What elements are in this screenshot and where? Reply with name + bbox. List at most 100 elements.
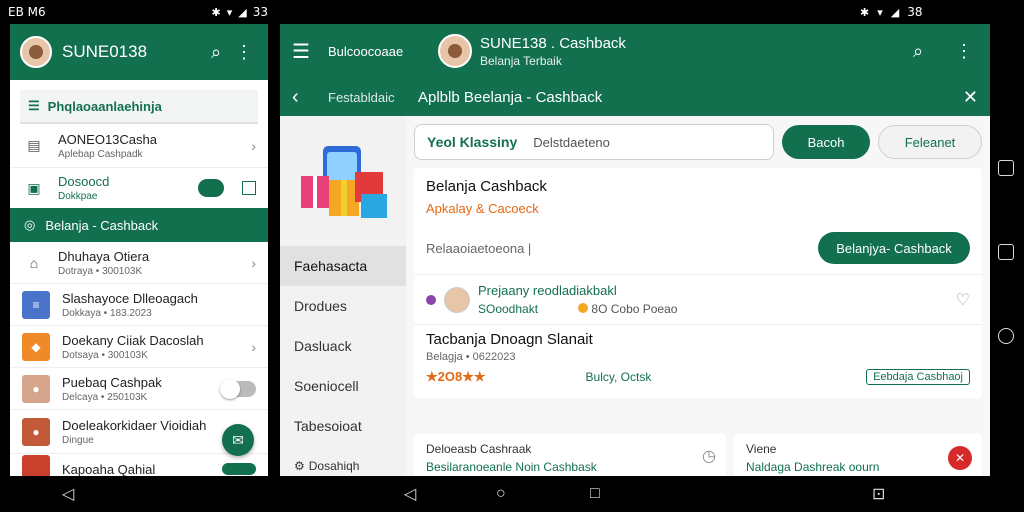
page-title: Aplblb Beelanja - Cashback [418,88,603,106]
list-item-title: Puebaq Cashpak [62,374,162,390]
feed-item[interactable]: Prejaany reodladiakbakl SOoodhakt 8O Cob… [414,275,982,324]
sidebar-item-1[interactable]: Faehasacta [280,246,406,286]
main-content: Yeol Klassiny Delstdaeteno Bacoh Feleane… [406,116,990,476]
person-thumbnail-icon: ● [22,417,50,446]
chat-fab-button[interactable]: ✉ [222,424,254,456]
page-toolbar: ‹ Festabldaic Aplblb Beelanja - Cashback… [280,78,990,116]
primary-button[interactable]: Bacoh [782,125,870,159]
tab-active[interactable]: Yeol Klassiny [427,134,517,150]
card-subtitle: Apkalay & Cacoeck [426,201,539,216]
search-input[interactable]: Relaaoiaetoeona | [426,241,818,256]
list-item-title: Doekany Ciiak Dacoslah [62,332,204,348]
search-icon[interactable]: ⌕ [202,38,230,66]
shopping-gift-icon [301,146,387,218]
calendar-icon: ▤ [27,137,41,153]
gift-illustration [280,116,406,246]
cashback-button[interactable]: Belanjya- Cashback [818,232,970,264]
back-arrow-icon[interactable]: ‹ [292,86,328,109]
back-icon[interactable]: ◁ [62,484,74,504]
right-app-header: ☰ Bulcoocoaae SUNE138 . Cashback Belanja… [280,24,990,78]
message-icon[interactable] [998,244,1014,260]
app-title: SUNE0138 [62,42,148,61]
list-item-title: Kapoaha Qahial [62,461,156,477]
share-icon[interactable]: ♡ [956,290,970,310]
list-item-subtitle: Delcaya • 250103K [62,391,148,403]
section-label: Phqlaoaanlaehinja [47,98,162,114]
document-thumbnail-icon: ≡ [22,290,50,319]
recent-apps-icon[interactable] [998,160,1014,176]
list-item-title: Dosoocd [58,174,110,189]
list-item[interactable]: ▤ AONEO13Casha Aplebap Cashpadk › [10,124,268,168]
status-badge[interactable]: Eebdaja Casbhaoj [866,369,970,385]
checkbox[interactable] [242,181,256,195]
sub-breadcrumb[interactable]: Festabldaic [328,90,418,105]
sidebar-item-4[interactable]: Soeniocell [280,366,406,406]
list-item[interactable]: ≡ Slashayoce Dlleoagach Dokkaya • 183.20… [10,284,268,326]
sidebar-item-5[interactable]: Tabesoioat [280,406,406,446]
settings-icon: ⚙ [294,459,305,473]
thumbnail-icon [22,455,50,476]
section-meta: Bulcy, Octsk [585,370,652,384]
search-icon[interactable]: ⌕ [904,37,932,65]
sidebar-item-2[interactable]: Drodues [280,286,406,326]
list-item-title: AONEO13Casha [58,131,157,147]
battery-text: 38 [907,5,923,19]
promo-title: Deloeasb Cashraak [426,442,532,456]
breadcrumb[interactable]: Bulcoocoaae [328,44,438,59]
list-item[interactable]: ⌂ Dhuhaya Otiera Dotraya • 300103K › [10,242,268,284]
left-app-panel: SUNE0138 ⌕ ⋮ ☰ Phqlaoaanlaehinja ▤ AONEO… [10,24,268,476]
sidebar-item-3[interactable]: Dasluack [280,326,406,366]
home-icon[interactable]: ○ [496,485,506,503]
tab-group: Yeol Klassiny Delstdaeteno [414,124,774,160]
section-subtitle: Belagja • 0622023 [426,351,516,363]
tab-inactive[interactable]: Delstdaeteno [533,135,610,150]
avatar[interactable] [20,36,52,68]
promo-card[interactable]: Deloeasb Cashraak Besilaranoeanle Noin C… [414,434,726,476]
left-app-header: SUNE0138 ⌕ ⋮ [10,24,268,80]
status-text: EB M6 [8,5,46,19]
wifi-icon: ▾ [877,5,883,19]
close-icon[interactable]: ✕ [963,87,978,108]
list-item[interactable]: Kapoaha Qahial [10,454,268,476]
toggle-on[interactable] [222,463,256,475]
sidebar-item-6-label: Dosahiqh [308,459,360,473]
feed-subtitle: SOoodhakt [478,302,539,316]
outline-button[interactable]: Feleanet [878,125,982,159]
rotate-icon[interactable]: ⊡ [872,484,885,504]
orange-thumbnail-icon: ◆ [22,332,50,361]
avatar[interactable] [438,34,472,68]
toggle-off[interactable] [220,378,256,399]
promo-card[interactable]: Viene Naldaga Dashreak oourn ✕ [734,434,982,476]
back-icon[interactable]: ◁ [404,484,416,504]
wifi-icon: ▾ [226,5,233,19]
recents-icon[interactable]: □ [590,485,600,503]
list-item-subtitle: Aplebap Cashpadk [58,148,143,160]
feed-title: Prejaany reodladiakbakl [478,283,617,298]
section-bar[interactable]: ☰ Phqlaoaanlaehinja [20,90,258,124]
active-menu-item[interactable]: ◎ Belanja - Cashback [10,208,268,242]
bluetooth-icon: ✱ [860,5,870,19]
list-item[interactable]: ● Puebaq Cashpak Delcaya • 250103K [10,368,268,410]
list-item[interactable]: ◆ Doekany Ciiak Dacoslah Dotsaya • 30010… [10,326,268,368]
wallet-icon: ▣ [27,179,41,196]
home-icon: ⌂ [29,254,39,271]
list-icon: ☰ [28,98,40,113]
toggle-on[interactable] [198,179,224,197]
rating-text: ★2O8★★ [426,369,486,384]
chevron-right-icon: › [251,137,256,154]
active-menu-label: Belanja - Cashback [45,217,159,233]
status-bar-left: EB M6 ✱ ▾ ◢ 33 [8,0,268,24]
promo-subtitle: Besilaranoeanle Noin Cashbask [426,460,597,474]
assistant-icon[interactable] [998,328,1014,344]
device-side-buttons [998,160,1014,344]
menu-icon[interactable]: ☰ [292,39,318,64]
right-app-panel: ☰ Bulcoocoaae SUNE138 . Cashback Belanja… [280,24,990,476]
list-item-title: Slashayoce Dlleoagach [62,290,198,306]
list-item[interactable]: ▣ Dosoocd Dokkpae [10,168,268,208]
section-title: Tacbanja Dnoagn Slanait [426,331,593,348]
bluetooth-icon: ✱ [211,5,221,19]
more-vert-icon[interactable]: ⋮ [950,37,978,65]
cancel-icon[interactable]: ✕ [948,446,972,470]
sidebar-item-6[interactable]: ⚙ Dosahiqh [280,446,406,476]
more-vert-icon[interactable]: ⋮ [230,38,258,66]
